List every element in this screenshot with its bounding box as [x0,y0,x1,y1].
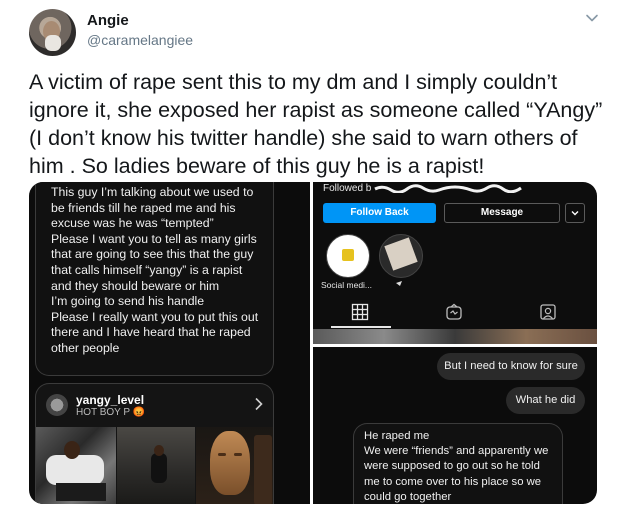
dm-message-2-line: He raped me [364,430,430,442]
tagged-icon [540,304,556,320]
photo-figure [151,453,167,483]
igtv-icon [446,303,462,320]
ig-photo [36,427,116,504]
active-tab-indicator [331,326,391,328]
follow-back-button: Follow Back [323,203,436,223]
ig-subtitle: HOT BOY P 😡 [76,407,146,418]
chevron-down-icon[interactable] [583,9,601,27]
media-right-bottom-screenshot[interactable]: But I need to know for sure What he did … [313,347,597,504]
suggested-dropdown-button [565,203,585,223]
followed-by-text: Followed b [323,183,372,194]
ig-photo-grid [36,427,273,504]
story-highlight [326,234,370,278]
dm-message-1-line: This guy I’m talking about we used to be… [51,185,254,231]
photo-chair [254,435,272,504]
ig-profile-card: yangy_level HOT BOY P 😡 [35,383,274,504]
photo-mask [210,431,250,495]
highlight-label: Social medi... [321,280,373,290]
dm-message-2: He raped me We were “friends” and appare… [353,423,563,504]
photo-head [64,441,80,459]
avatar-hand [45,35,61,51]
ig-avatar [46,394,68,416]
ig-username: yangy_level [76,393,145,407]
tweet: Angie @caramelangiee A victim of rape se… [0,0,621,514]
media-left-screenshot[interactable]: This guy I’m talking about we used to be… [29,182,310,504]
author-name[interactable]: Angie [87,12,129,29]
photo-head [154,445,164,456]
photo-strip [313,329,597,344]
message-button: Message [444,203,560,223]
author-avatar[interactable] [29,9,76,56]
chevron-down-icon [571,211,579,216]
grid-icon [351,303,369,321]
photo-mask-eye [234,453,242,456]
media-right-top-screenshot[interactable]: Followed b Follow Back Message Social me… [313,182,597,344]
ig-photo [117,427,195,504]
redaction-scribble [374,184,522,193]
profile-tabs [313,298,597,328]
dm-message-1-line: I’m going to send his handle [51,294,205,309]
dm-message-2-line: We were “friends” and apparently we were… [364,445,549,503]
ig-photo [196,427,273,504]
tweet-media[interactable]: This guy I’m talking about we used to be… [29,182,597,504]
highlight-thumbnail [384,237,418,271]
photo-mask-eye [218,453,226,456]
dm-bubble-sent: But I need to know for sure [437,353,585,380]
dm-message-1-line: Please I want you to tell as many girls … [51,231,257,293]
dm-message-1-line: Please I really want you to put this out… [51,309,259,355]
dm-message-1: This guy I’m talking about we used to be… [35,182,274,376]
story-highlight [379,234,423,278]
author-handle[interactable]: @caramelangiee [87,32,193,48]
highlight-thumbnail [342,249,354,261]
photo-pants [56,483,106,501]
photo-shirt [46,455,104,485]
tweet-text: A victim of rape sent this to my dm and … [29,70,603,178]
dm-bubble-sent: What he did [506,387,585,414]
airplane-icon [396,281,402,286]
chevron-right-icon [255,397,263,411]
